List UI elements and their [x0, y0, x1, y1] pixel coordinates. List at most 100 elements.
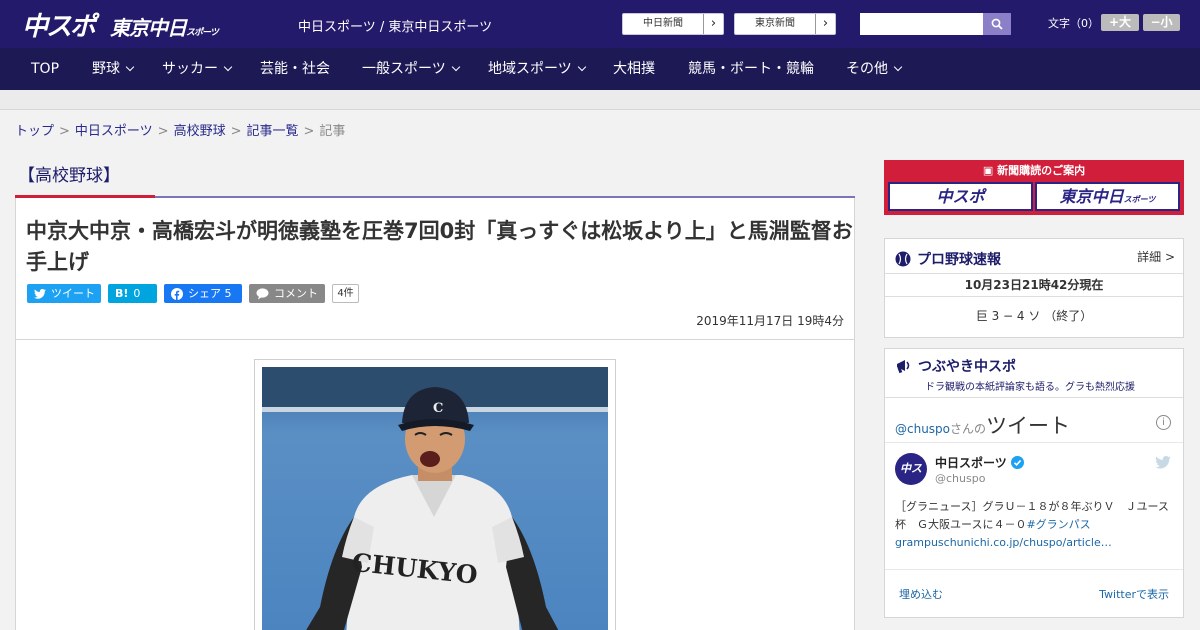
nav-item-baseball[interactable]: 野球 — [92, 48, 135, 90]
nav-item-sumo[interactable]: 大相撲 — [613, 48, 655, 90]
subscribe-chuspo-button[interactable]: 中スポ — [888, 182, 1033, 211]
nav-label: TOP — [31, 61, 60, 77]
comment-count: 4件 — [332, 284, 359, 303]
chevron-right-icon: › — [703, 14, 723, 34]
nav-label: サッカー — [162, 61, 218, 77]
article-photo: C CHUKYO — [262, 367, 608, 630]
comment-bubble-icon — [256, 287, 269, 299]
tokyo-chunichi-logo[interactable]: 東京中日スポーツ — [110, 12, 219, 41]
tsubuyaki-title-text: つぶやき中スポ — [918, 359, 1016, 375]
chevron-down-icon — [451, 62, 460, 72]
site-header: 中スポ 東京中日スポーツ 中日スポーツ / 東京中日スポーツ 中日新聞 › 東京… — [0, 0, 1200, 48]
svg-text:C: C — [433, 401, 443, 416]
article-title: 中京大中京・高橋宏斗が明徳義塾を圧巻7回0封「真っすぐは松坂より上」と馬淵監督お… — [26, 219, 853, 274]
timeline-header: @chuspoさんのツイート — [895, 410, 1070, 440]
breadcrumb-sep: > — [59, 124, 70, 139]
pro-baseball-time: 10月23日21時42分現在 — [885, 273, 1183, 297]
pro-baseball-title: プロ野球速報 — [895, 249, 1001, 269]
search-input[interactable] — [860, 13, 983, 35]
comment-label: コメント — [274, 287, 318, 300]
subscribe-tokyo-chunichi-button[interactable]: 東京中日スポーツ — [1035, 182, 1180, 211]
timeline-head-text: ツイート — [986, 414, 1071, 438]
breadcrumb-chuspo[interactable]: 中日スポーツ — [75, 124, 153, 139]
facebook-count: 5 — [224, 287, 232, 300]
search-icon — [991, 18, 1003, 30]
embed-link[interactable]: 埋め込む — [899, 586, 943, 602]
timeline-san: さんの — [950, 422, 987, 436]
main-nav: TOP 野球 サッカー 芸能・社会 一般スポーツ 地域スポーツ 大相撲 競馬・ボ… — [0, 48, 1200, 90]
breadcrumb-current: 記事 — [319, 124, 346, 139]
ad-band — [0, 90, 1200, 110]
tweet-text: ［グラニュース］グラＵ－１８が８年ぶりＶ Ｊユース杯 Ｇ大阪ユースに４－０#グラ… — [895, 498, 1175, 552]
breadcrumb-article-list[interactable]: 記事一覧 — [247, 124, 299, 139]
nav-label: 大相撲 — [613, 61, 655, 77]
category-heading: 【高校野球】 — [18, 166, 120, 186]
nav-label: 芸能・社会 — [260, 61, 330, 77]
account-name-text: 中日スポーツ — [935, 456, 1007, 470]
subscription-header: ▣ 新聞購読のご案内 — [884, 162, 1184, 178]
info-icon[interactable]: i — [1156, 415, 1171, 430]
hatena-count: 0 — [133, 287, 141, 300]
tweet-link[interactable]: grampuschunichi.co.jp/chuspo/article… — [895, 536, 1112, 549]
tweet-button[interactable]: ツイート — [27, 284, 101, 303]
account-handle[interactable]: @chuspo — [935, 472, 985, 485]
tsubuyaki-subtitle: ドラ観戦の本紙評論家も語る。グラも熱烈応援 — [925, 382, 1135, 393]
nav-item-soccer[interactable]: サッカー — [162, 48, 233, 90]
chevron-down-icon — [893, 62, 903, 72]
tsubuyaki-panel: つぶやき中スポ ドラ観戦の本紙評論家も語る。グラも熱烈応援 @chuspoさんの… — [884, 348, 1184, 618]
subscribe-tokyo-chunichi-small: スポーツ — [1123, 195, 1156, 204]
font-size-down-button[interactable]: −小 — [1143, 14, 1180, 31]
account-name[interactable]: 中日スポーツ — [935, 454, 1024, 471]
breadcrumb-top[interactable]: トップ — [15, 124, 54, 139]
chuspo-logo[interactable]: 中スポ — [22, 6, 96, 43]
breadcrumb: トップ > 中日スポーツ > 高校野球 > 記事一覧 > 記事 — [15, 120, 345, 139]
hatena-icon: B! — [115, 287, 129, 300]
facebook-label: シェア — [188, 287, 221, 300]
timeline-user-link[interactable]: @chuspo — [895, 422, 950, 436]
timeline-divider — [885, 442, 1183, 443]
breadcrumb-sep: > — [303, 124, 315, 139]
nav-item-top[interactable]: TOP — [31, 48, 59, 90]
tokyo-shimbun-link[interactable]: 東京新聞 › — [734, 13, 836, 35]
subscribe-tokyo-chunichi-label: 東京中日 — [1059, 187, 1124, 206]
view-on-twitter-link[interactable]: Twitterで表示 — [1099, 586, 1169, 602]
tokyo-shimbun-label: 東京新聞 — [755, 18, 795, 29]
chevron-right-icon: › — [815, 14, 835, 34]
nav-item-local-sports[interactable]: 地域スポーツ — [488, 48, 586, 90]
nav-item-other[interactable]: その他 — [846, 48, 903, 90]
chevron-down-icon — [577, 62, 586, 72]
article-image-area: C CHUKYO — [15, 340, 855, 630]
twitter-bird-icon — [1155, 456, 1171, 469]
font-size-up-button[interactable]: +大 — [1101, 14, 1139, 31]
nav-label: 地域スポーツ — [488, 61, 572, 77]
chevron-down-icon — [125, 62, 135, 72]
subscription-header-text: 新聞購読のご案内 — [997, 164, 1086, 177]
nav-item-entertainment[interactable]: 芸能・社会 — [260, 48, 330, 90]
comment-button[interactable]: コメント — [249, 284, 325, 303]
nav-item-racing[interactable]: 競馬・ボート・競輪 — [688, 48, 814, 90]
tweet-hashtag[interactable]: #グランパス — [1026, 518, 1090, 531]
pro-baseball-more-link[interactable]: 詳細 > — [1137, 248, 1175, 265]
baseball-icon — [895, 251, 911, 267]
facebook-share-button[interactable]: シェア 5 — [164, 284, 242, 303]
chevron-down-icon — [223, 62, 233, 72]
font-size-label: 文字（0） — [1048, 17, 1099, 30]
subscription-banner[interactable]: ▣ 新聞購読のご案内 中スポ 東京中日スポーツ — [884, 160, 1184, 215]
pro-baseball-score[interactable]: 巨 3 − 4 ソ （終了） — [885, 307, 1183, 324]
megaphone-icon — [897, 360, 910, 374]
search-button[interactable] — [983, 13, 1011, 35]
chunichi-shimbun-label: 中日新聞 — [643, 18, 683, 29]
tweet-label: ツイート — [51, 287, 95, 300]
avatar[interactable]: 中スポ — [895, 453, 927, 507]
chunichi-shimbun-link[interactable]: 中日新聞 › — [622, 13, 724, 35]
article-photo-frame[interactable]: C CHUKYO — [254, 359, 616, 630]
nav-item-general-sports[interactable]: 一般スポーツ — [362, 48, 460, 90]
twitter-bird-icon — [34, 288, 46, 299]
hatena-bookmark-button[interactable]: B! 0 — [108, 284, 157, 303]
nav-label: 野球 — [92, 61, 120, 77]
newspaper-icon: ▣ — [982, 164, 998, 177]
pro-baseball-title-text: プロ野球速報 — [917, 252, 1001, 268]
timeline-footer-divider — [885, 569, 1183, 570]
breadcrumb-koko-yakyu[interactable]: 高校野球 — [174, 124, 226, 139]
breadcrumb-sep: > — [230, 124, 242, 139]
